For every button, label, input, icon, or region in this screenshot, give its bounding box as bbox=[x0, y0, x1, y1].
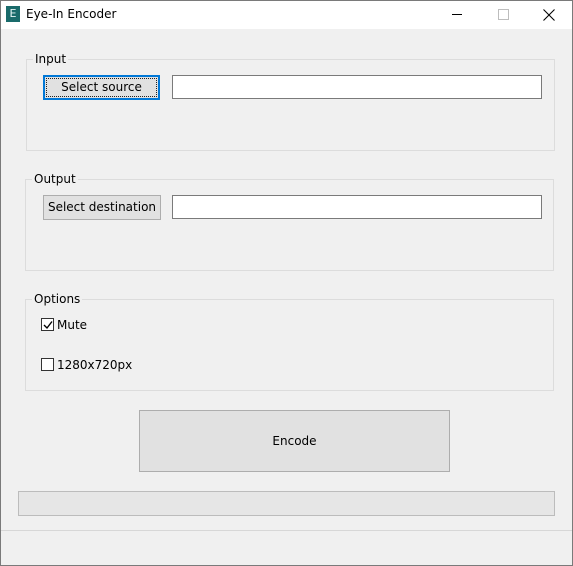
mute-checkbox[interactable] bbox=[41, 318, 54, 331]
minimize-button[interactable] bbox=[434, 1, 480, 29]
select-source-label: Select source bbox=[46, 78, 157, 97]
status-strip-divider bbox=[1, 530, 572, 531]
encode-button[interactable]: Encode bbox=[139, 410, 450, 472]
maximize-button[interactable] bbox=[480, 1, 526, 29]
title-bar[interactable]: E Eye-In Encoder bbox=[1, 1, 572, 29]
maximize-icon bbox=[498, 9, 509, 20]
input-group: Input bbox=[26, 52, 555, 151]
options-group: Options bbox=[25, 292, 554, 391]
checkmark-icon bbox=[43, 321, 53, 330]
resolution-label[interactable]: 1280x720px bbox=[57, 358, 132, 372]
close-icon bbox=[543, 9, 555, 21]
select-destination-button[interactable]: Select destination bbox=[43, 195, 161, 220]
input-group-label: Input bbox=[33, 52, 69, 66]
app-e-icon: E bbox=[6, 6, 20, 22]
resolution-checkbox[interactable] bbox=[41, 358, 54, 371]
mute-label[interactable]: Mute bbox=[57, 318, 87, 332]
destination-path-field[interactable] bbox=[172, 195, 542, 219]
select-source-button[interactable]: Select source bbox=[43, 75, 160, 100]
encode-progress-bar bbox=[18, 491, 555, 516]
close-button[interactable] bbox=[526, 1, 572, 29]
app-window: E Eye-In Encoder Input Select source Out… bbox=[0, 0, 573, 566]
output-group-label: Output bbox=[32, 172, 78, 186]
source-path-field[interactable] bbox=[172, 75, 542, 99]
output-group: Output bbox=[25, 172, 554, 271]
minimize-icon bbox=[452, 14, 462, 15]
options-group-label: Options bbox=[32, 292, 83, 306]
window-title: Eye-In Encoder bbox=[26, 7, 117, 21]
